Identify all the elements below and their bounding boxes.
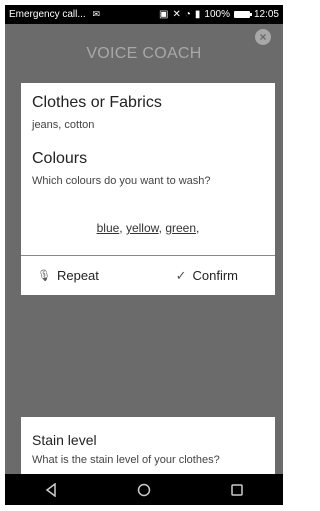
signal-icon: ▮ (194, 9, 201, 20)
answer-green[interactable]: green (165, 221, 196, 235)
page-title: VOICE COACH (86, 45, 202, 62)
status-bar: Emergency call... ✉ ▣ ✕ ◔ ▮ 100% 12:05 (5, 5, 283, 24)
message-icon: ✉ (92, 9, 101, 19)
check-icon: ✓ (175, 267, 187, 283)
stain-title: Stain level (32, 432, 97, 448)
stain-level-card[interactable]: Stain level What is the stain level of y… (21, 417, 275, 474)
voice-coach-card: Clothes or Fabrics jeans, cotton Colours… (21, 83, 275, 295)
stain-question: What is the stain level of your clothes? (32, 454, 220, 466)
clothes-value: jeans, cotton (32, 119, 95, 131)
mute-icon: ✕ (172, 9, 181, 20)
colours-question: Which colours do you want to wash? (32, 175, 211, 187)
answer-blue[interactable]: blue (97, 221, 120, 235)
clock: 12:05 (253, 9, 279, 20)
status-left: Emergency call... ✉ (9, 9, 159, 20)
battery-percent: 100% (204, 9, 230, 20)
confirm-label: Confirm (192, 268, 238, 283)
battery-icon (233, 11, 252, 18)
microphone-icon: 🎙 (37, 270, 51, 282)
close-icon[interactable]: × (255, 29, 271, 45)
phone-screen: Emergency call... ✉ ▣ ✕ ◔ ▮ 100% 12:05 V… (5, 5, 283, 505)
status-right: ▣ ✕ ◔ ▮ 100% 12:05 (159, 9, 279, 20)
repeat-button[interactable]: 🎙 Repeat (37, 268, 99, 283)
carrier-text: Emergency call... (9, 9, 86, 20)
colour-answers: blue, yellow, green, (96, 221, 200, 235)
colours-title: Colours (32, 150, 88, 167)
recents-square-icon[interactable] (219, 474, 255, 505)
answer-yellow[interactable]: yellow (126, 221, 159, 235)
app-header: VOICE COACH (5, 24, 283, 84)
back-triangle-icon[interactable] (33, 474, 69, 505)
card-actions: 🎙 Repeat ✓ Confirm (21, 256, 275, 295)
nfc-icon: ▣ (158, 9, 169, 20)
repeat-label: Repeat (56, 268, 99, 283)
home-circle-icon[interactable] (126, 474, 162, 505)
confirm-button[interactable]: ✓ Confirm (176, 268, 238, 284)
wifi-icon: ◔ (184, 9, 191, 20)
nav-bar (5, 474, 283, 505)
clothes-title: Clothes or Fabrics (32, 94, 162, 111)
